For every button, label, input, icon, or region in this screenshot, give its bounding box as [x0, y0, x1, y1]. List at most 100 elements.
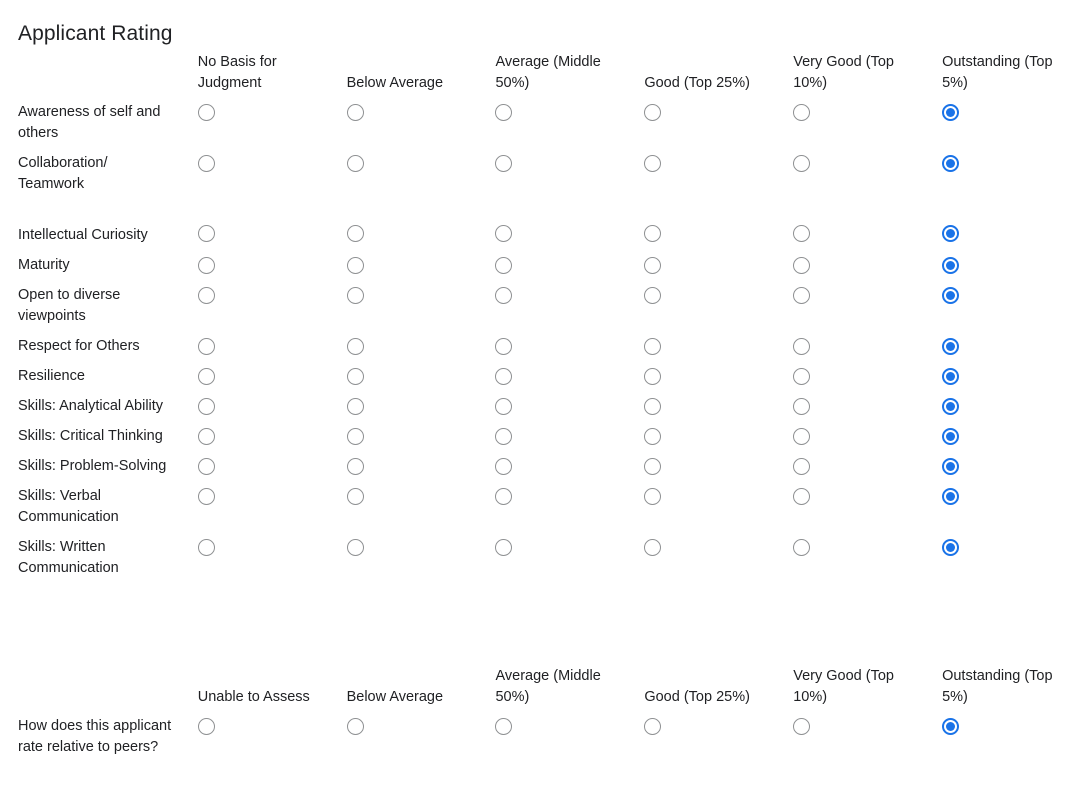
radio-icon-no-basis-for-judgment[interactable]	[198, 257, 215, 274]
radio-cell-skills-analytical-ability-average-middle-50[interactable]	[484, 392, 633, 422]
radio-cell-how-does-this-applicant-rate-relative-to-peers-unable-to-assess[interactable]	[187, 712, 336, 763]
radio-cell-intellectual-curiosity-below-average[interactable]	[336, 200, 485, 251]
radio-cell-skills-written-communication-good-top-25[interactable]	[633, 533, 782, 584]
radio-cell-respect-for-others-good-top-25[interactable]	[633, 332, 782, 362]
radio-selected-icon-outstanding-top-5[interactable]	[942, 104, 959, 121]
radio-icon-average-middle-50[interactable]	[495, 368, 512, 385]
radio-cell-open-to-diverse-viewpoints-average-middle-50[interactable]	[484, 281, 633, 332]
radio-cell-collaboration-teamwork-very-good-top-10[interactable]	[782, 149, 931, 200]
radio-icon-no-basis-for-judgment[interactable]	[198, 338, 215, 355]
radio-cell-skills-problem-solving-very-good-top-10[interactable]	[782, 452, 931, 482]
radio-cell-skills-verbal-communication-outstanding-top-5[interactable]	[931, 482, 1080, 533]
radio-cell-intellectual-curiosity-very-good-top-10[interactable]	[782, 200, 931, 251]
radio-cell-skills-problem-solving-no-basis-for-judgment[interactable]	[187, 452, 336, 482]
radio-icon-very-good-top-10[interactable]	[793, 368, 810, 385]
radio-cell-collaboration-teamwork-outstanding-top-5[interactable]	[931, 149, 1080, 200]
radio-cell-open-to-diverse-viewpoints-below-average[interactable]	[336, 281, 485, 332]
radio-icon-very-good-top-10[interactable]	[793, 718, 810, 735]
radio-icon-good-top-25[interactable]	[644, 257, 661, 274]
radio-cell-respect-for-others-below-average[interactable]	[336, 332, 485, 362]
radio-cell-resilience-average-middle-50[interactable]	[484, 362, 633, 392]
radio-icon-average-middle-50[interactable]	[495, 104, 512, 121]
radio-icon-below-average[interactable]	[347, 368, 364, 385]
radio-icon-below-average[interactable]	[347, 428, 364, 445]
radio-cell-maturity-very-good-top-10[interactable]	[782, 251, 931, 281]
radio-cell-skills-written-communication-average-middle-50[interactable]	[484, 533, 633, 584]
radio-cell-respect-for-others-outstanding-top-5[interactable]	[931, 332, 1080, 362]
radio-cell-skills-written-communication-below-average[interactable]	[336, 533, 485, 584]
radio-cell-skills-critical-thinking-good-top-25[interactable]	[633, 422, 782, 452]
radio-cell-resilience-very-good-top-10[interactable]	[782, 362, 931, 392]
radio-selected-icon-outstanding-top-5[interactable]	[942, 338, 959, 355]
radio-cell-skills-analytical-ability-good-top-25[interactable]	[633, 392, 782, 422]
radio-icon-good-top-25[interactable]	[644, 718, 661, 735]
radio-cell-maturity-below-average[interactable]	[336, 251, 485, 281]
radio-cell-maturity-no-basis-for-judgment[interactable]	[187, 251, 336, 281]
radio-selected-icon-outstanding-top-5[interactable]	[942, 155, 959, 172]
radio-icon-good-top-25[interactable]	[644, 398, 661, 415]
radio-icon-unable-to-assess[interactable]	[198, 718, 215, 735]
radio-cell-maturity-outstanding-top-5[interactable]	[931, 251, 1080, 281]
radio-icon-very-good-top-10[interactable]	[793, 428, 810, 445]
radio-icon-very-good-top-10[interactable]	[793, 104, 810, 121]
radio-icon-below-average[interactable]	[347, 257, 364, 274]
radio-cell-skills-analytical-ability-below-average[interactable]	[336, 392, 485, 422]
radio-cell-awareness-of-self-and-others-below-average[interactable]	[336, 98, 485, 149]
radio-icon-good-top-25[interactable]	[644, 458, 661, 475]
radio-cell-skills-verbal-communication-average-middle-50[interactable]	[484, 482, 633, 533]
radio-cell-skills-critical-thinking-below-average[interactable]	[336, 422, 485, 452]
radio-icon-good-top-25[interactable]	[644, 428, 661, 445]
radio-icon-very-good-top-10[interactable]	[793, 257, 810, 274]
radio-icon-below-average[interactable]	[347, 104, 364, 121]
radio-cell-collaboration-teamwork-below-average[interactable]	[336, 149, 485, 200]
radio-selected-icon-outstanding-top-5[interactable]	[942, 225, 959, 242]
radio-cell-collaboration-teamwork-no-basis-for-judgment[interactable]	[187, 149, 336, 200]
radio-icon-very-good-top-10[interactable]	[793, 398, 810, 415]
radio-icon-below-average[interactable]	[347, 155, 364, 172]
radio-selected-icon-outstanding-top-5[interactable]	[942, 539, 959, 556]
radio-icon-below-average[interactable]	[347, 338, 364, 355]
radio-cell-skills-verbal-communication-good-top-25[interactable]	[633, 482, 782, 533]
radio-selected-icon-outstanding-top-5[interactable]	[942, 398, 959, 415]
radio-icon-average-middle-50[interactable]	[495, 428, 512, 445]
radio-icon-average-middle-50[interactable]	[495, 398, 512, 415]
radio-icon-below-average[interactable]	[347, 539, 364, 556]
radio-cell-maturity-good-top-25[interactable]	[633, 251, 782, 281]
radio-selected-icon-outstanding-top-5[interactable]	[942, 458, 959, 475]
radio-icon-average-middle-50[interactable]	[495, 458, 512, 475]
radio-icon-very-good-top-10[interactable]	[793, 225, 810, 242]
radio-icon-no-basis-for-judgment[interactable]	[198, 539, 215, 556]
radio-icon-no-basis-for-judgment[interactable]	[198, 428, 215, 445]
radio-icon-very-good-top-10[interactable]	[793, 155, 810, 172]
radio-cell-respect-for-others-very-good-top-10[interactable]	[782, 332, 931, 362]
radio-icon-below-average[interactable]	[347, 458, 364, 475]
radio-cell-collaboration-teamwork-average-middle-50[interactable]	[484, 149, 633, 200]
radio-icon-no-basis-for-judgment[interactable]	[198, 104, 215, 121]
radio-icon-very-good-top-10[interactable]	[793, 539, 810, 556]
radio-cell-skills-critical-thinking-no-basis-for-judgment[interactable]	[187, 422, 336, 452]
radio-icon-no-basis-for-judgment[interactable]	[198, 488, 215, 505]
radio-cell-how-does-this-applicant-rate-relative-to-peers-average-middle-50[interactable]	[484, 712, 633, 763]
radio-cell-resilience-good-top-25[interactable]	[633, 362, 782, 392]
radio-cell-awareness-of-self-and-others-average-middle-50[interactable]	[484, 98, 633, 149]
radio-selected-icon-outstanding-top-5[interactable]	[942, 488, 959, 505]
radio-icon-good-top-25[interactable]	[644, 155, 661, 172]
radio-cell-skills-critical-thinking-average-middle-50[interactable]	[484, 422, 633, 452]
radio-cell-open-to-diverse-viewpoints-good-top-25[interactable]	[633, 281, 782, 332]
radio-icon-good-top-25[interactable]	[644, 225, 661, 242]
radio-cell-collaboration-teamwork-good-top-25[interactable]	[633, 149, 782, 200]
radio-cell-how-does-this-applicant-rate-relative-to-peers-below-average[interactable]	[336, 712, 485, 763]
radio-icon-no-basis-for-judgment[interactable]	[198, 368, 215, 385]
radio-cell-skills-problem-solving-below-average[interactable]	[336, 452, 485, 482]
radio-icon-average-middle-50[interactable]	[495, 257, 512, 274]
radio-icon-average-middle-50[interactable]	[495, 155, 512, 172]
radio-icon-no-basis-for-judgment[interactable]	[198, 155, 215, 172]
radio-cell-how-does-this-applicant-rate-relative-to-peers-outstanding-top-5[interactable]	[931, 712, 1080, 763]
radio-cell-skills-critical-thinking-outstanding-top-5[interactable]	[931, 422, 1080, 452]
radio-cell-skills-analytical-ability-outstanding-top-5[interactable]	[931, 392, 1080, 422]
radio-icon-good-top-25[interactable]	[644, 368, 661, 385]
radio-selected-icon-outstanding-top-5[interactable]	[942, 257, 959, 274]
radio-cell-skills-problem-solving-good-top-25[interactable]	[633, 452, 782, 482]
radio-icon-average-middle-50[interactable]	[495, 287, 512, 304]
radio-cell-open-to-diverse-viewpoints-no-basis-for-judgment[interactable]	[187, 281, 336, 332]
